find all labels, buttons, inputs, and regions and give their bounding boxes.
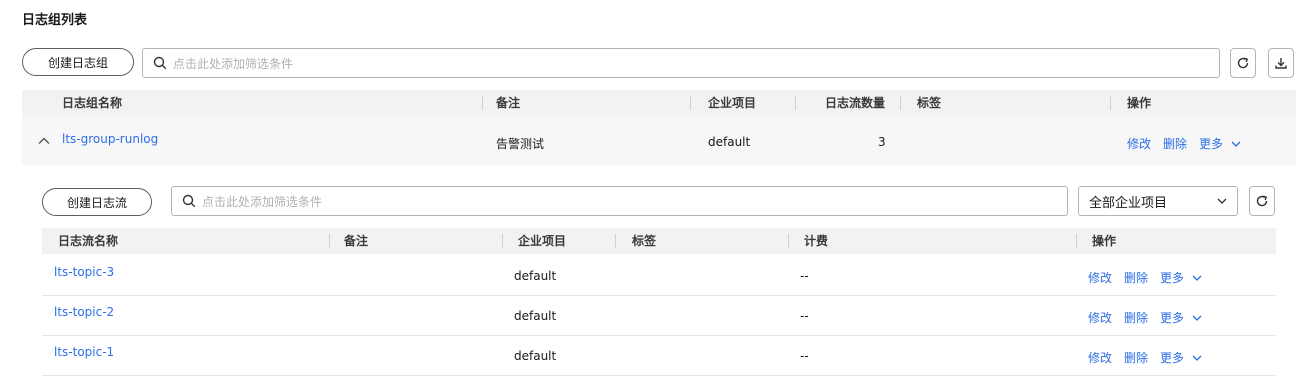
- download-button[interactable]: [1268, 48, 1294, 78]
- table-row: lts-topic-1 default -- 修改 删除 更多: [42, 335, 1276, 375]
- log-stream-enterprise-project: default: [514, 309, 557, 323]
- refresh-icon: [1256, 195, 1268, 207]
- col-stream-count: 日志流数量: [825, 96, 886, 110]
- modify-link[interactable]: 修改: [1088, 269, 1112, 286]
- modify-link[interactable]: 修改: [1127, 135, 1151, 152]
- chevron-down-icon: [1192, 355, 1202, 361]
- create-log-stream-button[interactable]: 创建日志流: [42, 188, 152, 216]
- more-label: 更多: [1160, 271, 1185, 285]
- log-stream-search-input[interactable]: 点击此处添加筛选条件: [171, 186, 1068, 216]
- col-log-group-name: 日志组名称: [62, 96, 123, 110]
- log-stream-enterprise-project: default: [514, 269, 557, 283]
- col-tags: 标签: [632, 234, 657, 248]
- modify-link[interactable]: 修改: [1088, 349, 1112, 366]
- search-placeholder: 点击此处添加筛选条件: [173, 56, 294, 71]
- col-enterprise-project: 企业项目: [708, 96, 757, 110]
- more-dropdown[interactable]: 更多: [1160, 269, 1202, 286]
- col-remark: 备注: [344, 234, 369, 248]
- download-icon: [1275, 58, 1287, 69]
- table-row: lts-topic-2 default -- 修改 删除 更多: [42, 295, 1276, 335]
- page-title: 日志组列表: [22, 13, 88, 28]
- chevron-down-icon: [1192, 275, 1202, 281]
- col-enterprise-project: 企业项目: [518, 234, 567, 248]
- chevron-up-icon[interactable]: [38, 136, 50, 145]
- search-placeholder: 点击此处添加筛选条件: [202, 194, 323, 209]
- col-tags: 标签: [917, 96, 942, 110]
- col-actions: 操作: [1092, 234, 1117, 248]
- log-stream-name-link[interactable]: lts-topic-2: [54, 305, 114, 319]
- enterprise-project-select[interactable]: 全部企业项目: [1078, 186, 1238, 216]
- log-group-table-header: 日志组名称 备注 企业项目 日志流数量 标签 操作: [22, 90, 1296, 116]
- log-group-name-link[interactable]: lts-group-runlog: [62, 132, 158, 146]
- log-stream-name-link[interactable]: lts-topic-3: [54, 265, 114, 279]
- search-icon: [153, 56, 167, 70]
- chevron-down-icon: [1192, 315, 1202, 321]
- enterprise-project-select-value: 全部企业项目: [1089, 195, 1168, 211]
- chevron-down-icon: [1217, 198, 1227, 204]
- log-stream-table-header: 日志流名称 备注 企业项目 标签 计费 操作: [42, 228, 1276, 254]
- delete-link[interactable]: 删除: [1124, 309, 1148, 326]
- col-billing: 计费: [804, 234, 829, 248]
- log-stream-name-link[interactable]: lts-topic-1: [54, 345, 114, 359]
- log-stream-billing: --: [800, 269, 809, 283]
- col-actions: 操作: [1127, 96, 1152, 110]
- log-stream-enterprise-project: default: [514, 349, 557, 363]
- log-group-search-input[interactable]: 点击此处添加筛选条件: [142, 48, 1220, 78]
- delete-link[interactable]: 删除: [1124, 349, 1148, 366]
- more-dropdown[interactable]: 更多: [1199, 135, 1241, 152]
- log-group-remark: 告警测试: [496, 137, 545, 151]
- delete-link[interactable]: 删除: [1163, 135, 1187, 152]
- col-log-stream-name: 日志流名称: [58, 234, 119, 248]
- table-row: lts-topic-3 default -- 修改 删除 更多: [42, 255, 1276, 295]
- create-log-group-label: 创建日志组: [47, 55, 108, 70]
- more-label: 更多: [1160, 351, 1185, 365]
- col-remark: 备注: [496, 96, 521, 110]
- more-dropdown[interactable]: 更多: [1160, 349, 1202, 366]
- log-group-enterprise-project: default: [708, 135, 751, 149]
- more-dropdown[interactable]: 更多: [1160, 309, 1202, 326]
- log-stream-billing: --: [800, 349, 809, 363]
- create-log-group-button[interactable]: 创建日志组: [22, 48, 134, 76]
- modify-link[interactable]: 修改: [1088, 309, 1112, 326]
- log-group-stream-count: 3: [878, 135, 886, 149]
- refresh-icon: [1237, 57, 1249, 69]
- search-icon: [182, 194, 196, 208]
- log-stream-billing: --: [800, 309, 809, 323]
- more-label: 更多: [1199, 137, 1224, 151]
- delete-link[interactable]: 删除: [1124, 269, 1148, 286]
- create-log-stream-label: 创建日志流: [66, 195, 127, 210]
- log-group-row: lts-group-runlog 告警测试 default 3 修改 删除 更多: [22, 116, 1296, 165]
- stream-refresh-button[interactable]: [1249, 186, 1275, 216]
- more-label: 更多: [1160, 311, 1185, 325]
- chevron-down-icon: [1231, 141, 1241, 147]
- refresh-button[interactable]: [1230, 48, 1256, 78]
